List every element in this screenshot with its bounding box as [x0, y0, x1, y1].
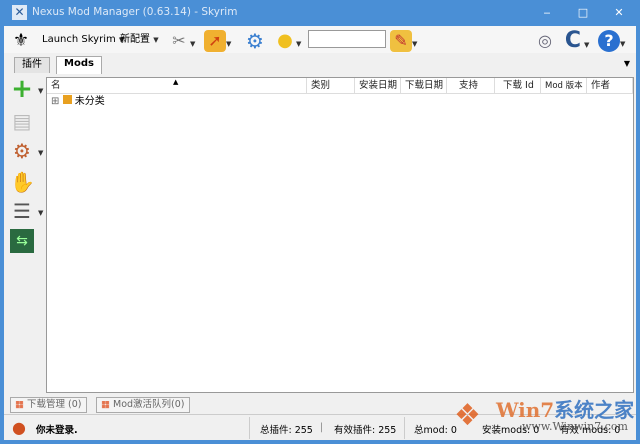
- total-mods: 总mod: 0: [414, 425, 457, 436]
- installed-mods: 安装mods: 0: [482, 425, 540, 436]
- profile-label: 新配置: [120, 34, 150, 45]
- tab-strip: 插件 Mods ▼: [4, 55, 636, 74]
- column-endorse[interactable]: 支持: [447, 78, 495, 94]
- tools-button[interactable]: ✂ ▼: [168, 30, 195, 50]
- categories-icon[interactable]: ⚙: [10, 139, 34, 163]
- tab-download-manager[interactable]: ▦ 下载管理 (0): [10, 397, 87, 413]
- toolbar: ⚜ Launch Skyrim ▼ 新配置 ▼ ✂ ▼ ➚ ▼ ⚙ ● ▼ ✎ ▼ ◎ …: [4, 26, 636, 53]
- tab-mods[interactable]: Mods: [56, 56, 102, 74]
- mod-sidebar: + ▼ ▤ ⚙ ▼ ✋ ☰ ▼ ⇆: [4, 73, 46, 393]
- mod-list: 名 ▲ 类别 安装日期 下载日期 支持 下载 Id Mod 版本 作者 ⊞ 未分…: [46, 77, 634, 393]
- active-mods: 有效 mods: 0: [560, 425, 621, 436]
- column-category[interactable]: 类别: [307, 78, 355, 94]
- login-status[interactable]: 你未登录.: [36, 422, 78, 436]
- window-icon: ▦: [101, 399, 110, 410]
- maximize-button[interactable]: □: [565, 0, 601, 26]
- folder-icon: ➚: [204, 30, 226, 52]
- category-row[interactable]: ⊞ 未分类: [51, 95, 105, 109]
- column-download-id[interactable]: 下载 Id: [495, 78, 541, 94]
- status-bar: ● 你未登录. 总插件: 255 | 有效插件: 255 总mod: 0 安装m…: [4, 414, 636, 440]
- expand-icon[interactable]: ⊞: [51, 96, 59, 107]
- online-status-button[interactable]: ◎: [534, 30, 556, 50]
- tips-button[interactable]: ● ▼: [274, 30, 301, 51]
- gear-icon: ⚙: [246, 29, 264, 53]
- sort-asc-icon: ▲: [173, 78, 179, 86]
- status-separator: |: [320, 422, 324, 433]
- launch-label: Launch Skyrim: [42, 34, 116, 45]
- window-icon: ▦: [15, 399, 24, 410]
- view-options-icon[interactable]: ☰: [10, 199, 34, 223]
- column-header: 名 ▲ 类别 安装日期 下载日期 支持 下载 Id Mod 版本 作者: [47, 78, 633, 94]
- window-title: Nexus Mod Manager (0.63.14) - Skyrim: [32, 6, 238, 18]
- tab-label: 下载管理 (0): [27, 399, 82, 410]
- title-bar: ✕ Nexus Mod Manager (0.63.14) - Skyrim ‒…: [4, 0, 636, 26]
- folder-button[interactable]: ➚ ▼: [204, 30, 231, 52]
- help-icon: ?: [598, 30, 620, 52]
- edit-icon: ✎: [390, 30, 412, 52]
- profile-button[interactable]: 新配置 ▼: [120, 30, 159, 50]
- search-input[interactable]: [308, 30, 386, 48]
- settings-button[interactable]: ⚙: [244, 29, 266, 53]
- close-button[interactable]: ✕: [601, 0, 637, 26]
- active-plugins: 有效插件: 255: [334, 425, 397, 436]
- help-button[interactable]: ? ▼: [598, 30, 625, 52]
- app-logo-icon: ✕: [12, 5, 27, 20]
- dropdown-arrow-icon[interactable]: ▼: [153, 36, 158, 44]
- tab-label: Mod激活队列(0): [113, 399, 185, 410]
- endorse-icon[interactable]: ✋: [10, 170, 35, 194]
- tab-activation-queue[interactable]: ▦ Mod激活队列(0): [96, 397, 190, 413]
- tools-icon: ✂: [172, 31, 186, 50]
- export-icon[interactable]: ⇆: [10, 229, 34, 253]
- column-download-date[interactable]: 下载日期: [401, 78, 447, 94]
- category-folder-icon: [62, 95, 72, 104]
- update-button[interactable]: C ▼: [562, 28, 589, 53]
- column-mod-version[interactable]: Mod 版本: [541, 78, 587, 94]
- launch-skyrim-button[interactable]: Launch Skyrim ▼: [42, 30, 124, 50]
- tab-menu-arrow-icon[interactable]: ▼: [624, 59, 630, 68]
- refresh-icon: C: [564, 28, 582, 53]
- user-icon: ●: [12, 418, 26, 437]
- tab-plugins[interactable]: 插件: [14, 57, 50, 73]
- column-author[interactable]: 作者: [587, 78, 633, 94]
- globe-icon: ◎: [538, 31, 552, 50]
- category-label: 未分类: [74, 96, 105, 107]
- minimize-button[interactable]: ‒: [529, 0, 565, 26]
- main-window: ✕ Nexus Mod Manager (0.63.14) - Skyrim ‒…: [4, 0, 636, 440]
- edit-button[interactable]: ✎ ▼: [390, 30, 417, 52]
- skyrim-icon[interactable]: ⚜: [10, 30, 32, 51]
- column-install-date[interactable]: 安装日期: [355, 78, 401, 94]
- edit-mod-icon[interactable]: ▤: [10, 109, 34, 133]
- lightbulb-icon: ●: [277, 30, 293, 51]
- add-mod-icon[interactable]: +: [10, 76, 34, 102]
- total-plugins: 总插件: 255: [260, 425, 313, 436]
